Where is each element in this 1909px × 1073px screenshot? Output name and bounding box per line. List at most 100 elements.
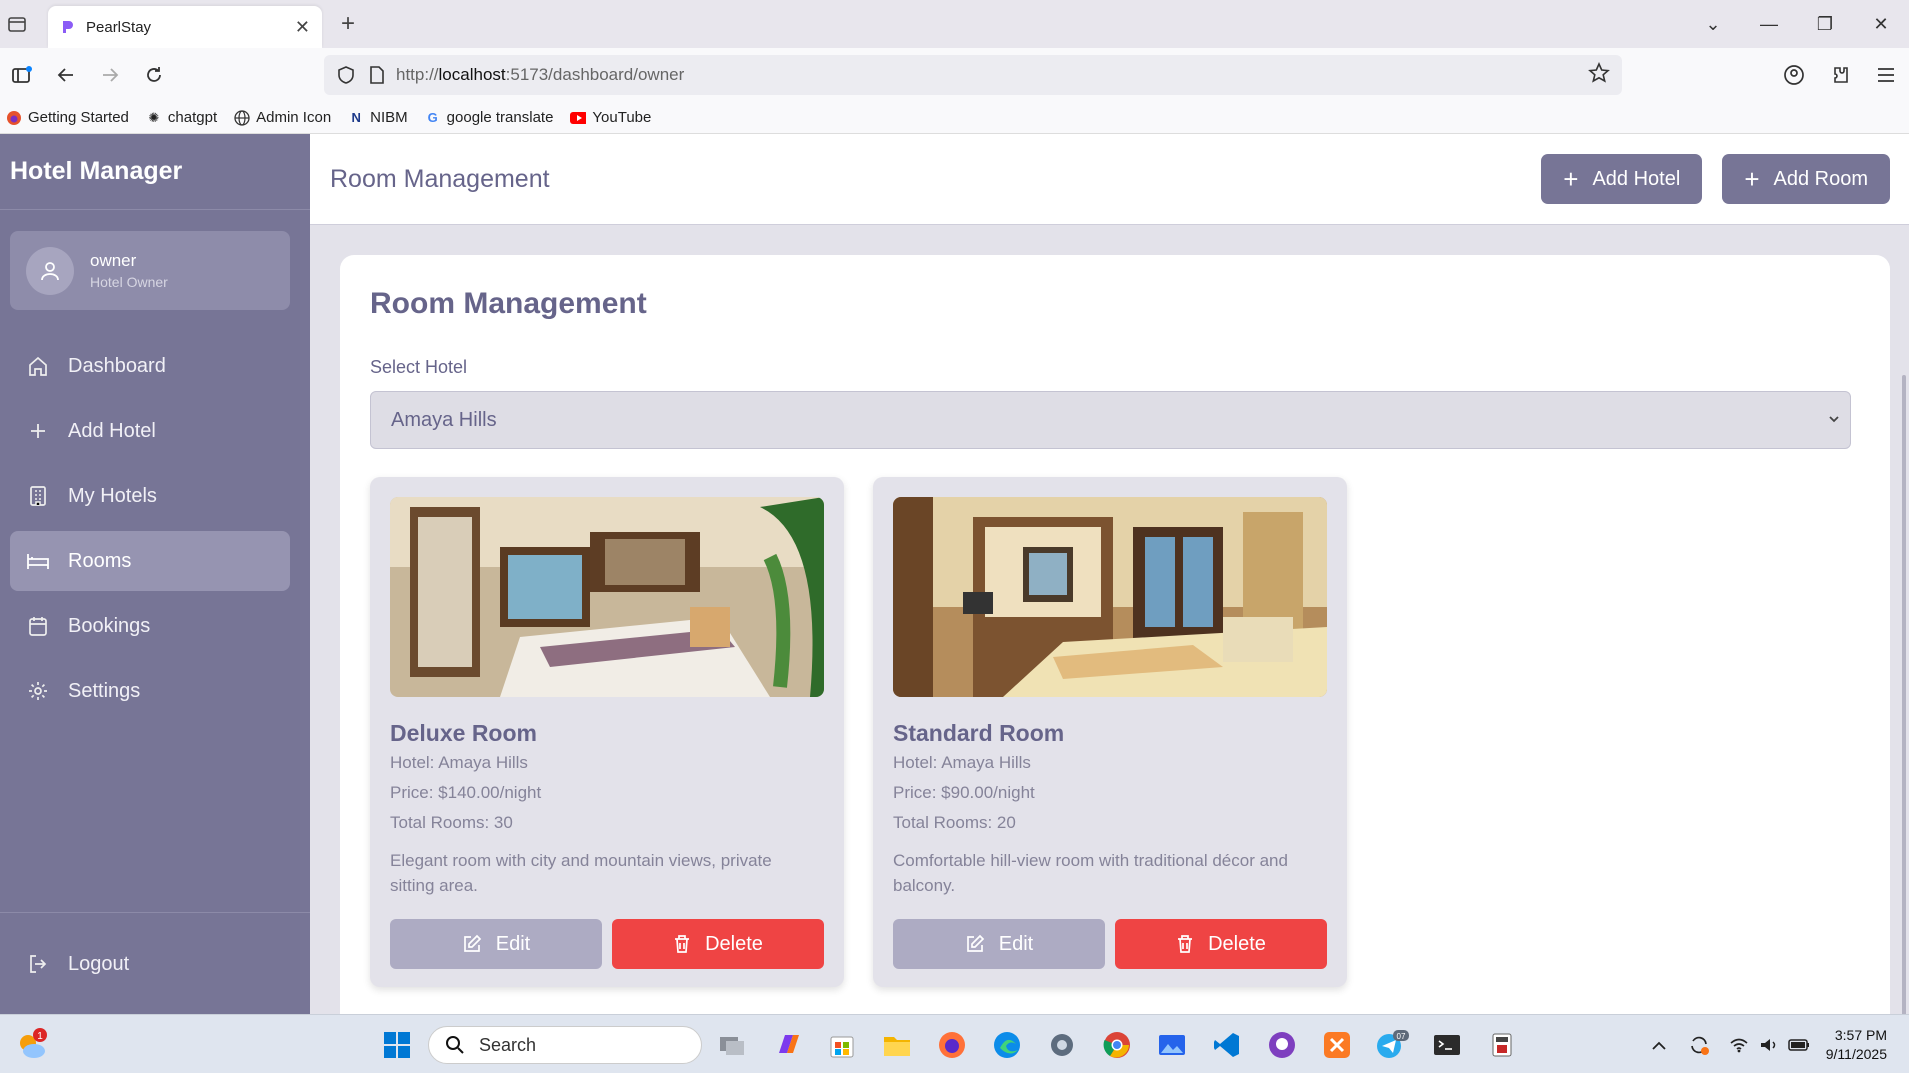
sidebar-item-add-hotel[interactable]: Add Hotel xyxy=(10,401,290,461)
youtube-icon xyxy=(570,110,587,126)
hotel-select-value: Amaya Hills xyxy=(391,408,497,431)
add-hotel-button[interactable]: + Add Hotel xyxy=(1541,154,1703,204)
new-tab-button[interactable]: + xyxy=(330,6,366,42)
delete-room-button[interactable]: Delete xyxy=(612,919,824,969)
scrollbar[interactable] xyxy=(1899,225,1909,1073)
sidebar-item-label: Bookings xyxy=(68,614,151,637)
home-icon xyxy=(26,354,50,378)
tab-overflow-chevron-icon[interactable]: ⌄ xyxy=(1685,14,1741,35)
user-name: owner xyxy=(90,251,137,270)
calendar-icon xyxy=(26,614,50,638)
sidebar-item-dashboard[interactable]: Dashboard xyxy=(10,336,290,396)
taskbar-search[interactable]: Search xyxy=(428,1026,702,1064)
chrome-icon[interactable] xyxy=(1097,1025,1137,1065)
tab-list-icon[interactable] xyxy=(2,9,32,39)
restore-icon[interactable]: ❐ xyxy=(1797,14,1853,35)
room-card: Deluxe Room Hotel: Amaya Hills Price: $1… xyxy=(370,477,844,987)
vscode-icon[interactable] xyxy=(1207,1025,1247,1065)
delete-room-button[interactable]: Delete xyxy=(1115,919,1327,969)
telegram-icon[interactable]: 07 xyxy=(1372,1025,1412,1065)
terminal-icon[interactable] xyxy=(1427,1025,1467,1065)
sidebar-toggle-icon[interactable] xyxy=(0,55,44,95)
room-price: Price: $90.00/night xyxy=(893,783,1035,802)
panel-title: Room Management xyxy=(370,287,647,320)
bookmark-admin-icon[interactable]: Admin Icon xyxy=(234,109,331,126)
edge-icon[interactable] xyxy=(987,1025,1027,1065)
github-desktop-icon[interactable] xyxy=(1262,1025,1302,1065)
room-price: Price: $140.00/night xyxy=(390,783,542,802)
app-menu-icon[interactable] xyxy=(1863,66,1909,84)
add-room-button[interactable]: + Add Room xyxy=(1722,154,1890,204)
building-icon xyxy=(26,484,50,508)
sidebar-item-label: Dashboard xyxy=(68,354,166,377)
nibm-icon: N xyxy=(351,110,361,125)
main-area: Room Management + Add Hotel + Add Room Roo… xyxy=(310,134,1909,1073)
scroll-thumb[interactable] xyxy=(1902,375,1906,1073)
shield-icon[interactable] xyxy=(336,65,356,85)
room-photo xyxy=(390,497,824,697)
file-explorer-icon[interactable] xyxy=(877,1025,917,1065)
search-icon xyxy=(446,1036,464,1054)
browser-nav-bar: http://localhost:5173/dashboard/owner xyxy=(0,48,1909,102)
logout-label: Logout xyxy=(68,952,130,975)
windows-start-icon[interactable] xyxy=(377,1025,417,1065)
sidebar-item-rooms[interactable]: Rooms xyxy=(10,531,290,591)
firefox-taskbar-icon[interactable] xyxy=(932,1025,972,1065)
room-name: Deluxe Room xyxy=(390,720,537,746)
bed-icon xyxy=(26,549,50,573)
sidebar-item-label: Add Hotel xyxy=(68,419,156,442)
task-view-icon[interactable] xyxy=(712,1025,752,1065)
close-tab-icon[interactable]: ✕ xyxy=(295,17,310,38)
sidebar-item-settings[interactable]: Settings xyxy=(10,661,290,721)
edit-icon xyxy=(462,934,482,954)
room-total: Total Rooms: 20 xyxy=(893,813,1016,832)
address-bar[interactable]: http://localhost:5173/dashboard/owner xyxy=(324,55,1622,95)
account-icon[interactable] xyxy=(1771,64,1817,86)
system-clock[interactable]: 3:57 PM 9/11/2025 xyxy=(1826,1026,1887,1064)
wifi-icon[interactable] xyxy=(1724,1037,1754,1053)
url-text[interactable]: http://localhost:5173/dashboard/owner xyxy=(396,65,684,85)
weather-widget-icon[interactable]: 1 xyxy=(14,1027,48,1061)
page-title: Room Management xyxy=(330,164,550,193)
select-hotel-label: Select Hotel xyxy=(370,357,468,377)
hotel-select[interactable]: Amaya Hills xyxy=(370,391,1851,449)
reload-icon[interactable] xyxy=(132,55,176,95)
extensions-icon[interactable] xyxy=(1817,64,1863,86)
copilot-icon[interactable] xyxy=(767,1025,807,1065)
trash-icon xyxy=(1176,934,1194,954)
user-role: Hotel Owner xyxy=(90,274,168,290)
room-management-panel: Room Management Select Hotel Amaya Hills xyxy=(340,255,1890,1045)
edit-room-button[interactable]: Edit xyxy=(390,919,602,969)
trash-icon xyxy=(673,934,691,954)
photos-icon[interactable] xyxy=(1152,1025,1192,1065)
bookmark-star-icon[interactable] xyxy=(1588,61,1610,89)
page-icon xyxy=(370,66,384,84)
firefox-icon xyxy=(6,110,22,126)
sidebar-item-bookings[interactable]: Bookings xyxy=(10,596,290,656)
bookmark-nibm[interactable]: N NIBM xyxy=(348,109,407,126)
back-icon[interactable] xyxy=(44,55,88,95)
forward-icon[interactable] xyxy=(88,55,132,95)
bookmark-youtube[interactable]: YouTube xyxy=(570,109,651,126)
window-close-icon[interactable]: ✕ xyxy=(1853,14,1909,35)
plus-icon: + xyxy=(1563,164,1579,194)
bookmark-google-translate[interactable]: Ggoogle translate xyxy=(425,109,554,126)
microsoft-store-icon[interactable] xyxy=(822,1025,862,1065)
bookmark-chatgpt[interactable]: ✺ chatgpt xyxy=(146,109,217,126)
chevron-up-icon[interactable] xyxy=(1644,1039,1674,1051)
volume-icon[interactable] xyxy=(1754,1037,1784,1053)
settings-taskbar-icon[interactable] xyxy=(1042,1025,1082,1065)
xampp-icon[interactable] xyxy=(1317,1025,1357,1065)
sidebar-item-my-hotels[interactable]: My Hotels xyxy=(10,466,290,526)
bookmark-getting-started[interactable]: Getting Started xyxy=(6,109,129,126)
battery-icon[interactable] xyxy=(1784,1038,1814,1052)
room-photo xyxy=(893,497,1327,697)
minimize-icon[interactable]: — xyxy=(1741,14,1797,35)
edit-room-button[interactable]: Edit xyxy=(893,919,1105,969)
sync-icon[interactable] xyxy=(1684,1034,1714,1056)
room-total: Total Rooms: 30 xyxy=(390,813,513,832)
logout-button[interactable]: Logout xyxy=(10,934,290,994)
calculator-app-icon[interactable] xyxy=(1482,1025,1522,1065)
browser-tab[interactable]: PearlStay ✕ xyxy=(48,6,322,48)
room-hotel: Hotel: Amaya Hills xyxy=(893,753,1031,772)
